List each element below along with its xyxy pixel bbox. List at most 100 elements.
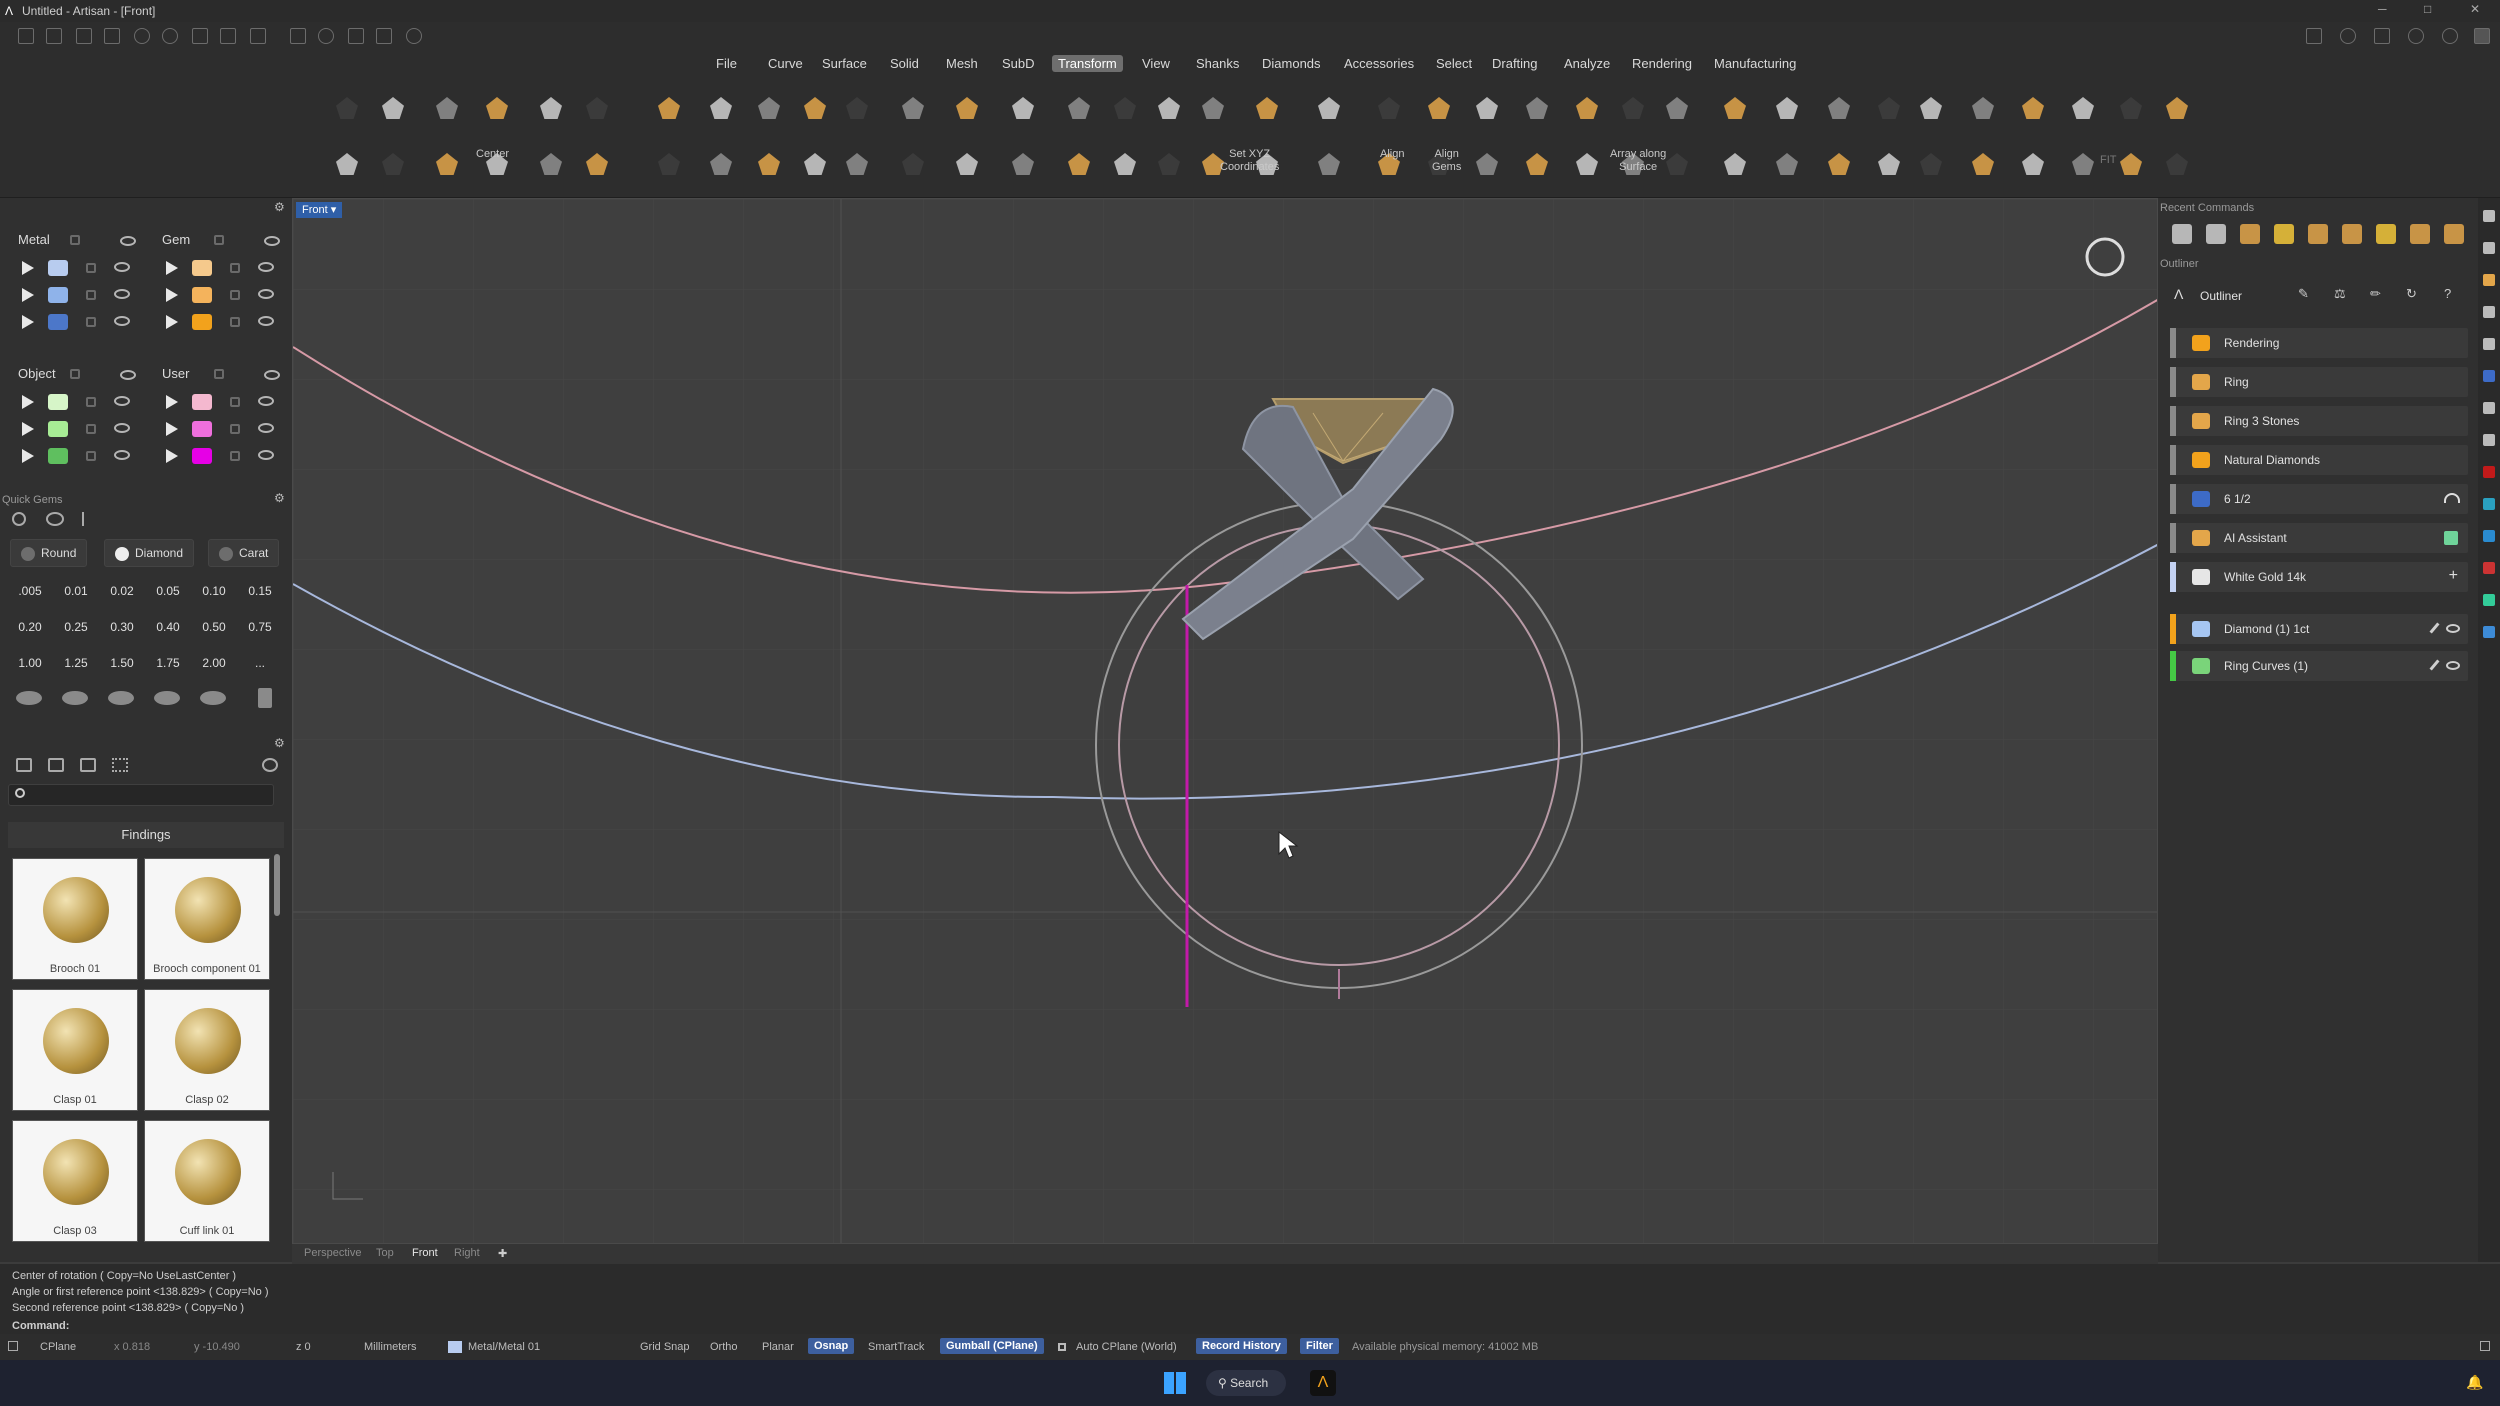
lock-icon[interactable]: [86, 451, 96, 461]
gem-pick-icon[interactable]: [82, 512, 94, 526]
outliner-help-icon[interactable]: ?: [2444, 286, 2451, 301]
layers-toggle-icon[interactable]: [2374, 28, 2390, 44]
edit-pencil-icon[interactable]: [2429, 622, 2440, 634]
eye-icon[interactable]: [258, 423, 274, 433]
outliner-brush-icon[interactable]: ✎: [2298, 286, 2309, 302]
status-units[interactable]: Millimeters: [364, 1341, 417, 1353]
outliner-row[interactable]: AI Assistant: [2170, 523, 2468, 553]
eye-icon[interactable]: [258, 316, 274, 326]
menu-select[interactable]: Select: [1430, 55, 1478, 72]
ribbon-tool-button[interactable]: [1914, 91, 1948, 125]
gem-size-value[interactable]: 1.25: [56, 649, 96, 677]
layers-icon[interactable]: [250, 28, 266, 44]
notification-bell-icon[interactable]: 🔔: [2466, 1374, 2483, 1391]
outliner-row[interactable]: Ring: [2170, 367, 2468, 397]
ribbon-tool-button[interactable]: [2160, 147, 2194, 181]
gem-size-value[interactable]: 1.75: [148, 649, 188, 677]
outliner-edit-icon[interactable]: ✏: [2370, 286, 2381, 302]
toggle-planar[interactable]: Planar: [762, 1341, 794, 1353]
sketch-icon[interactable]: [290, 28, 306, 44]
menu-manufacturing[interactable]: Manufacturing: [1708, 55, 1802, 72]
ribbon-tool-button[interactable]: [330, 147, 364, 181]
ribbon-tool-button[interactable]: [798, 147, 832, 181]
layer-color-swatch[interactable]: [192, 421, 212, 437]
menu-subd[interactable]: SubD: [996, 55, 1041, 72]
recent-command-icon[interactable]: [2410, 224, 2430, 244]
ribbon-tool-button[interactable]: [896, 91, 930, 125]
library-search-input[interactable]: [8, 784, 274, 806]
ribbon-tool-button[interactable]: [376, 147, 410, 181]
outliner-row[interactable]: White Gold 14k +: [2170, 562, 2468, 592]
finding-thumbnail[interactable]: Clasp 03: [12, 1120, 138, 1242]
play-icon[interactable]: [22, 449, 34, 463]
layer-color-swatch[interactable]: [48, 421, 68, 437]
recent-command-icon[interactable]: [2206, 224, 2226, 244]
layer-row-gem[interactable]: [162, 283, 292, 307]
ribbon-tool-button[interactable]: [1966, 91, 2000, 125]
outliner-row[interactable]: Diamond (1) 1ct: [2170, 614, 2468, 644]
outliner-row[interactable]: Natural Diamonds: [2170, 445, 2468, 475]
ribbon-tool-button[interactable]: [1616, 91, 1650, 125]
recent-command-icon[interactable]: [2342, 224, 2362, 244]
save-as-icon[interactable]: [220, 28, 236, 44]
ribbon-tool-button[interactable]: [1312, 147, 1346, 181]
lock-icon[interactable]: [214, 235, 224, 245]
layer-row-object[interactable]: [18, 390, 148, 414]
side-tool-icon[interactable]: [2483, 210, 2495, 222]
toggle-osnap[interactable]: Osnap: [808, 1338, 855, 1354]
info-icon[interactable]: [2340, 28, 2356, 44]
window-settings-icon[interactable]: [2306, 28, 2322, 44]
lock-icon[interactable]: [230, 317, 240, 327]
ribbon-tool-button[interactable]: [534, 147, 568, 181]
status-right-icon[interactable]: [2480, 1341, 2490, 1351]
lock-icon[interactable]: [86, 263, 96, 273]
ribbon-tool-button[interactable]: [950, 91, 984, 125]
lock-icon[interactable]: [70, 369, 80, 379]
outliner-balance-icon[interactable]: ⚖: [2334, 286, 2346, 302]
gem-cut-icon[interactable]: [154, 691, 180, 705]
menu-solid[interactable]: Solid: [884, 55, 925, 72]
gem-settings-icon[interactable]: [12, 512, 26, 526]
eye-icon[interactable]: [258, 396, 274, 406]
ribbon-tool-button[interactable]: [1570, 147, 1604, 181]
play-icon[interactable]: [22, 395, 34, 409]
artisan-taskbar-icon[interactable]: Λ: [1310, 1370, 1336, 1396]
ribbon-tool-button[interactable]: [1520, 91, 1554, 125]
layer-row-metal[interactable]: [18, 310, 148, 334]
finding-thumbnail[interactable]: Clasp 02: [144, 989, 270, 1111]
undo-icon[interactable]: [134, 28, 150, 44]
ribbon-tool-button[interactable]: [2066, 91, 2100, 125]
finding-thumbnail[interactable]: Brooch 01: [12, 858, 138, 980]
ribbon-tool-button[interactable]: [1108, 91, 1142, 125]
recent-command-icon[interactable]: [2308, 224, 2328, 244]
layer-row-metal[interactable]: [18, 256, 148, 280]
layer-color-swatch[interactable]: [192, 260, 212, 276]
menu-mesh[interactable]: Mesh: [940, 55, 984, 72]
scale-tool-icon[interactable]: [376, 28, 392, 44]
recent-command-icon[interactable]: [2240, 224, 2260, 244]
ribbon-tool-button[interactable]: [1872, 91, 1906, 125]
ribbon-tool-button[interactable]: [480, 91, 514, 125]
eye-icon[interactable]: [258, 289, 274, 299]
gem-size-value[interactable]: ...: [240, 649, 280, 677]
menu-transform[interactable]: Transform: [1052, 55, 1123, 72]
play-icon[interactable]: [166, 449, 178, 463]
help-icon[interactable]: [2408, 28, 2424, 44]
snap-tool-icon[interactable]: [406, 28, 422, 44]
ribbon-tool-button[interactable]: [1570, 91, 1604, 125]
ribbon-tool-button[interactable]: [430, 147, 464, 181]
gem-preview-icon[interactable]: [46, 512, 64, 526]
eye-icon[interactable]: [120, 236, 136, 246]
ribbon-tool-button[interactable]: [2114, 147, 2148, 181]
side-tool-icon[interactable]: [2483, 274, 2495, 286]
gem-size-value[interactable]: 0.50: [194, 613, 234, 641]
play-icon[interactable]: [166, 288, 178, 302]
toggle-ortho[interactable]: Ortho: [710, 1341, 738, 1353]
recent-command-icon[interactable]: [2444, 224, 2464, 244]
ribbon-tool-button[interactable]: [1718, 91, 1752, 125]
play-icon[interactable]: [166, 315, 178, 329]
gem-size-value[interactable]: 0.25: [56, 613, 96, 641]
library-folder-icon[interactable]: [16, 758, 32, 772]
lock-icon[interactable]: [86, 290, 96, 300]
gem-size-carat[interactable]: Carat: [208, 539, 280, 567]
